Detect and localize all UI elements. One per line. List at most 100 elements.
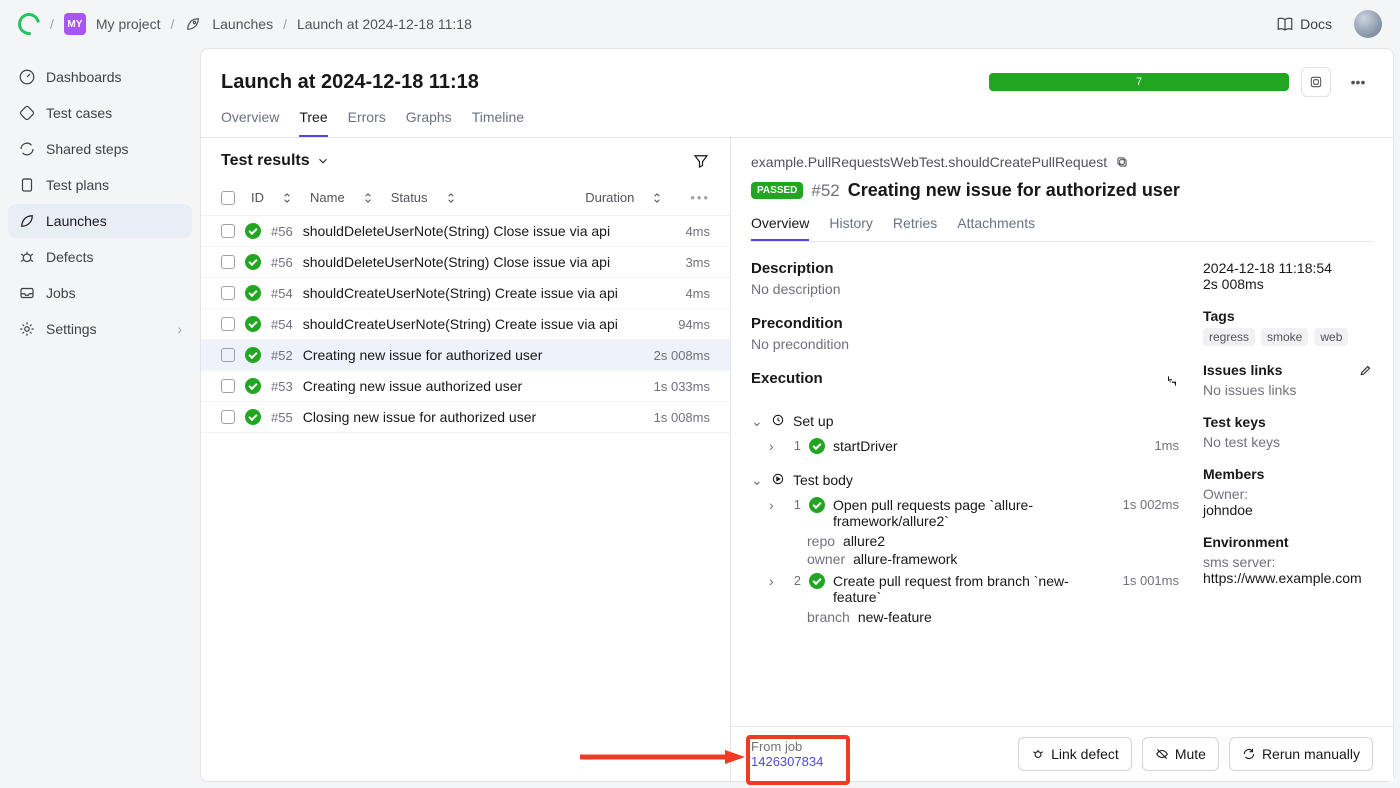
pass-icon (245, 378, 261, 394)
row-id: #55 (271, 410, 293, 425)
sidebar-item-launches[interactable]: Launches (8, 204, 192, 238)
env-heading: Environment (1203, 534, 1373, 550)
issues-heading: Issues links (1203, 362, 1282, 378)
sort-icon (361, 191, 375, 205)
tab-graphs[interactable]: Graphs (406, 109, 452, 137)
app-logo[interactable] (14, 9, 45, 40)
pass-icon (245, 285, 261, 301)
chevron-right-icon[interactable]: › (769, 438, 781, 454)
detail-tab-retries[interactable]: Retries (893, 215, 937, 241)
chevron-down-icon[interactable] (316, 154, 330, 168)
pencil-icon[interactable] (1359, 363, 1373, 377)
row-checkbox[interactable] (221, 224, 235, 238)
rocket-icon (184, 15, 202, 33)
row-checkbox[interactable] (221, 348, 235, 362)
step-text: startDriver (833, 438, 1146, 454)
sidebar-item-sharedsteps[interactable]: Shared steps (8, 132, 192, 166)
table-row[interactable]: #54shouldCreateUserNote(String) Create i… (201, 309, 730, 340)
tab-timeline[interactable]: Timeline (472, 109, 524, 137)
description-heading: Description (751, 260, 1179, 277)
tab-overview[interactable]: Overview (221, 109, 279, 137)
pass-icon (245, 347, 261, 363)
step-number: 2 (789, 573, 801, 588)
from-job-link[interactable]: 1426307834 (751, 754, 823, 769)
progress-bar[interactable]: 7 (989, 73, 1289, 91)
col-duration[interactable]: Duration (585, 190, 634, 205)
sort-icon (650, 191, 664, 205)
chevron-right-icon[interactable]: › (769, 497, 781, 513)
chevron-right-icon[interactable]: › (769, 573, 781, 589)
table-row[interactable]: #52Creating new issue for authorized use… (201, 340, 730, 371)
col-name[interactable]: Name (310, 190, 345, 205)
detail-tab-overview[interactable]: Overview (751, 215, 809, 241)
table-row[interactable]: #56 shouldDeleteUserNote(String) Close is… (201, 216, 730, 247)
sidebar-item-defects[interactable]: Defects (8, 240, 192, 274)
refresh-icon (18, 140, 36, 158)
sidebar-item-testcases[interactable]: Test cases (8, 96, 192, 130)
mute-button[interactable]: Mute (1142, 737, 1219, 771)
step-time: 1ms (1154, 438, 1179, 453)
link-defect-button[interactable]: Link defect (1018, 737, 1132, 771)
detail-pane: example.PullRequestsWebTest.shouldCreate… (731, 138, 1393, 781)
play-icon (771, 472, 785, 486)
pass-icon (809, 497, 825, 513)
launch-title: Launch at 2024-12-18 11:18 (221, 71, 479, 94)
row-checkbox[interactable] (221, 286, 235, 300)
param-key: owner (807, 551, 845, 567)
compare-button[interactable] (1301, 67, 1331, 97)
results-columns: ID Name Status Duration ••• (201, 184, 730, 216)
detail-tab-history[interactable]: History (829, 215, 873, 241)
breadcrumb-project[interactable]: My project (96, 16, 161, 32)
execution-heading: Execution (751, 370, 823, 387)
breadcrumb-section[interactable]: Launches (212, 16, 273, 32)
sidebar-item-testplans[interactable]: Test plans (8, 168, 192, 202)
param-value: new-feature (858, 609, 932, 625)
chevron-down-icon[interactable]: ⌄ (751, 413, 763, 430)
table-row[interactable]: #56shouldDeleteUserNote(String) Close is… (201, 247, 730, 278)
row-name: Closing new issue for authorized user (303, 409, 644, 425)
tag[interactable]: regress (1203, 328, 1255, 346)
results-pane: Test results ID Name Status Duration •••… (201, 138, 731, 781)
row-checkbox[interactable] (221, 255, 235, 269)
pass-icon (245, 409, 261, 425)
sidebar: Dashboards Test cases Shared steps Test … (0, 48, 200, 788)
table-row[interactable]: #53Creating new issue authorized user1s … (201, 371, 730, 402)
breadcrumb: / MY My project / Launches / Launch at 2… (50, 13, 472, 35)
row-checkbox[interactable] (221, 379, 235, 393)
col-id[interactable]: ID (251, 190, 264, 205)
route-icon[interactable] (1165, 374, 1179, 388)
row-id: #56 (271, 224, 293, 239)
chevron-down-icon[interactable]: ⌄ (751, 472, 763, 489)
meta-timestamp: 2024-12-18 11:18:54 (1203, 260, 1373, 276)
owner-value: johndoe (1203, 502, 1373, 518)
filter-icon[interactable] (692, 152, 710, 170)
tab-errors[interactable]: Errors (348, 109, 386, 137)
row-name: shouldDeleteUserNote(String) Close issue… (303, 223, 676, 239)
more-button[interactable]: ••• (1343, 67, 1373, 97)
tag[interactable]: web (1314, 328, 1348, 346)
step-time: 1s 002ms (1123, 497, 1179, 512)
row-checkbox[interactable] (221, 317, 235, 331)
step-text: Open pull requests page `allure-framewor… (833, 497, 1115, 529)
table-row[interactable]: #55 Closing new issue for authorized user… (201, 402, 730, 433)
sidebar-item-dashboards[interactable]: Dashboards (8, 60, 192, 94)
col-status[interactable]: Status (391, 190, 428, 205)
user-avatar[interactable] (1354, 10, 1382, 38)
docs-link[interactable]: Docs (1276, 15, 1332, 33)
tab-tree[interactable]: Tree (299, 109, 327, 137)
sidebar-item-jobs[interactable]: Jobs (8, 276, 192, 310)
rerun-button[interactable]: Rerun manually (1229, 737, 1373, 771)
eye-off-icon (1155, 747, 1169, 761)
sidebar-item-settings[interactable]: Settings› (8, 312, 192, 346)
detail-tab-attachments[interactable]: Attachments (957, 215, 1035, 241)
copy-icon[interactable] (1115, 155, 1129, 169)
tags-heading: Tags (1203, 308, 1373, 324)
row-id: #53 (271, 379, 293, 394)
table-row[interactable]: #54shouldCreateUserNote(String) Create i… (201, 278, 730, 309)
testbody-label: Test body (793, 472, 1179, 488)
row-checkbox[interactable] (221, 410, 235, 424)
columns-more-icon[interactable]: ••• (690, 190, 710, 205)
tag[interactable]: smoke (1261, 328, 1308, 346)
meta-duration: 2s 008ms (1203, 276, 1373, 292)
select-all-checkbox[interactable] (221, 191, 235, 205)
